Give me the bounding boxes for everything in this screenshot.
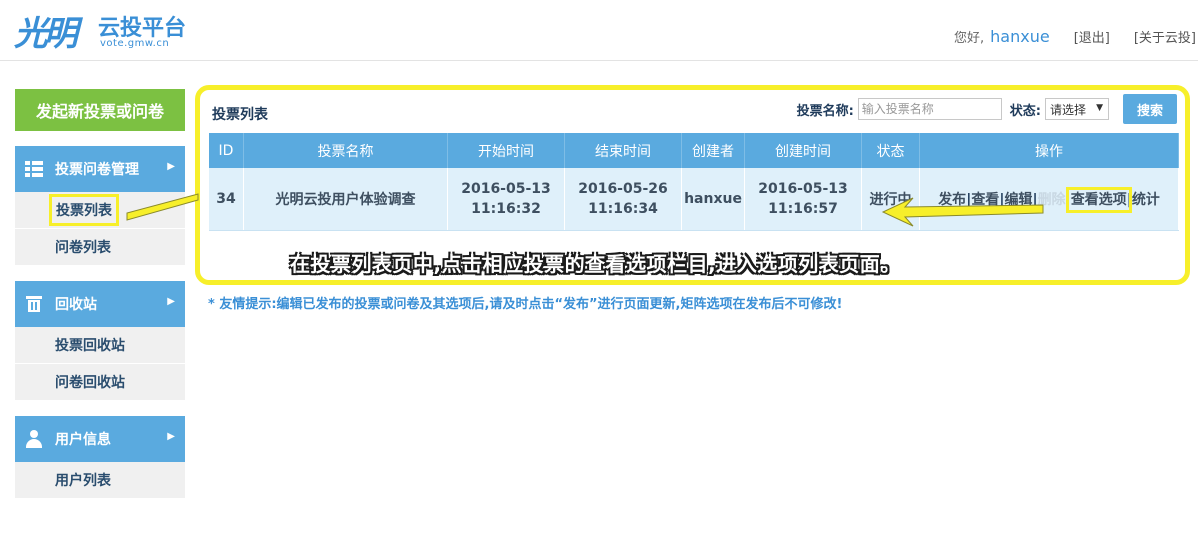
status-label: 状态: [1009, 103, 1041, 119]
vote-name-label: 投票名称: [796, 103, 854, 119]
statistics-link[interactable]: 统计 [1132, 192, 1160, 208]
menu-head-label: 用户信息 [55, 432, 111, 448]
vote-name-input[interactable] [857, 98, 1002, 120]
cell-status: 进行中 [861, 168, 920, 231]
create-vote-button[interactable]: 发起新投票或问卷 [15, 89, 185, 131]
status-select[interactable]: 请选择 ▼ [1045, 98, 1109, 120]
logout-link[interactable]: [退出] [1074, 27, 1110, 46]
user-area: 您好, hanxue [退出] [关于云投] [954, 24, 1198, 48]
cell-name: 光明云投用户体验调查 [243, 168, 448, 231]
column-header: ID [209, 133, 244, 168]
menu-head-vote-management[interactable]: 投票问卷管理 ▶ [15, 146, 185, 192]
created-date: 2016-05-13 [758, 181, 848, 197]
logo-script: 光明 [14, 14, 78, 54]
trash-icon [25, 295, 43, 313]
friendly-tip: * 友情提示:编辑已发布的投票或问卷及其选项后,请及时点击“发布”进行页面更新,… [208, 297, 843, 312]
cell-operations: 发布|查看|编辑|删除|查看选项|统计 [919, 168, 1179, 231]
list-icon [25, 160, 43, 178]
tutorial-annotation: 在投票列表页中,点击相应投票的查看选项栏目,进入选项列表页面。 [290, 252, 901, 276]
created-clock: 11:16:57 [768, 201, 838, 217]
column-header: 状态 [861, 133, 920, 168]
site-logo[interactable]: 光明 云投平台 vote.gmw.cn [14, 6, 194, 54]
status-select-value: 请选择 [1050, 102, 1087, 117]
menu-group-user-info: 用户信息 ▶ 用户列表 [15, 416, 185, 499]
menu-group-recycle: 回收站 ▶ 投票回收站 问卷回收站 [15, 281, 185, 401]
vote-list-panel: 投票列表 投票名称: 状态: 请选择 ▼ 搜索 ID 投票名称 开始时间 结束时… [195, 85, 1190, 285]
end-date: 2016-05-26 [578, 181, 668, 197]
column-header: 创建时间 [744, 133, 862, 168]
sidebar: 发起新投票或问卷 投票问卷管理 ▶ 投票列表 问卷列表 回收站 ▶ 投票回收站 … [15, 89, 185, 499]
caret-right-icon: ▶ [167, 296, 175, 307]
delete-link[interactable]: 删除 [1038, 192, 1066, 208]
menu-group-vote-management: 投票问卷管理 ▶ 投票列表 问卷列表 [15, 146, 185, 266]
cell-start-time: 2016-05-13 11:16:32 [447, 168, 565, 231]
end-clock: 11:16:34 [588, 201, 658, 217]
sidebar-item-label: 投票回收站 [55, 338, 125, 354]
menu-head-label: 回收站 [55, 297, 97, 313]
caret-right-icon: ▶ [167, 161, 175, 172]
menu-head-user-info[interactable]: 用户信息 ▶ [15, 416, 185, 462]
greeting-text: 您好, [954, 30, 985, 46]
user-icon [25, 430, 43, 448]
username-link[interactable]: hanxue [990, 27, 1050, 46]
column-header: 投票名称 [243, 133, 448, 168]
sidebar-item-survey-recycle[interactable]: 问卷回收站 [15, 364, 185, 401]
column-header: 操作 [919, 133, 1179, 168]
menu-head-recycle[interactable]: 回收站 ▶ [15, 281, 185, 327]
logo-subtitle: vote.gmw.cn [100, 38, 170, 49]
sidebar-item-survey-list[interactable]: 问卷列表 [15, 229, 185, 266]
sidebar-item-label: 投票列表 [49, 194, 119, 226]
search-button[interactable]: 搜索 [1123, 94, 1177, 124]
page-title: 投票列表 [212, 107, 268, 123]
search-bar: 投票名称: 状态: 请选择 ▼ 搜索 [797, 94, 1177, 124]
sidebar-item-label: 问卷列表 [55, 240, 111, 256]
edit-link[interactable]: 编辑 [1004, 192, 1032, 208]
start-date: 2016-05-13 [461, 181, 551, 197]
sidebar-item-user-list[interactable]: 用户列表 [15, 462, 185, 499]
column-header: 开始时间 [447, 133, 565, 168]
sidebar-item-vote-recycle[interactable]: 投票回收站 [15, 327, 185, 364]
menu-head-label: 投票问卷管理 [55, 162, 139, 178]
about-link[interactable]: [关于云投] [1134, 27, 1196, 46]
start-clock: 11:16:32 [471, 201, 541, 217]
table-header-row: ID 投票名称 开始时间 结束时间 创建者 创建时间 状态 操作 [209, 133, 1179, 168]
view-options-link[interactable]: 查看选项 [1065, 187, 1132, 213]
column-header: 结束时间 [564, 133, 682, 168]
sidebar-item-vote-list[interactable]: 投票列表 [15, 192, 185, 229]
cell-id: 34 [209, 168, 244, 231]
table-row: 34 光明云投用户体验调查 2016-05-13 11:16:32 2016-0… [209, 168, 1179, 231]
vote-table: ID 投票名称 开始时间 结束时间 创建者 创建时间 状态 操作 34 光明云投… [209, 133, 1179, 231]
cell-end-time: 2016-05-26 11:16:34 [564, 168, 682, 231]
sidebar-item-label: 问卷回收站 [55, 375, 125, 391]
dropdown-arrow-icon: ▼ [1096, 103, 1103, 113]
caret-right-icon: ▶ [167, 431, 175, 442]
cell-creator: hanxue [681, 168, 745, 231]
cell-created-time: 2016-05-13 11:16:57 [744, 168, 862, 231]
sidebar-item-label: 用户列表 [55, 473, 111, 489]
column-header: 创建者 [681, 133, 745, 168]
publish-link[interactable]: 发布 [938, 192, 966, 208]
top-header: 光明 云投平台 vote.gmw.cn 您好, hanxue [退出] [关于云… [0, 0, 1198, 61]
view-link[interactable]: 查看 [971, 192, 999, 208]
